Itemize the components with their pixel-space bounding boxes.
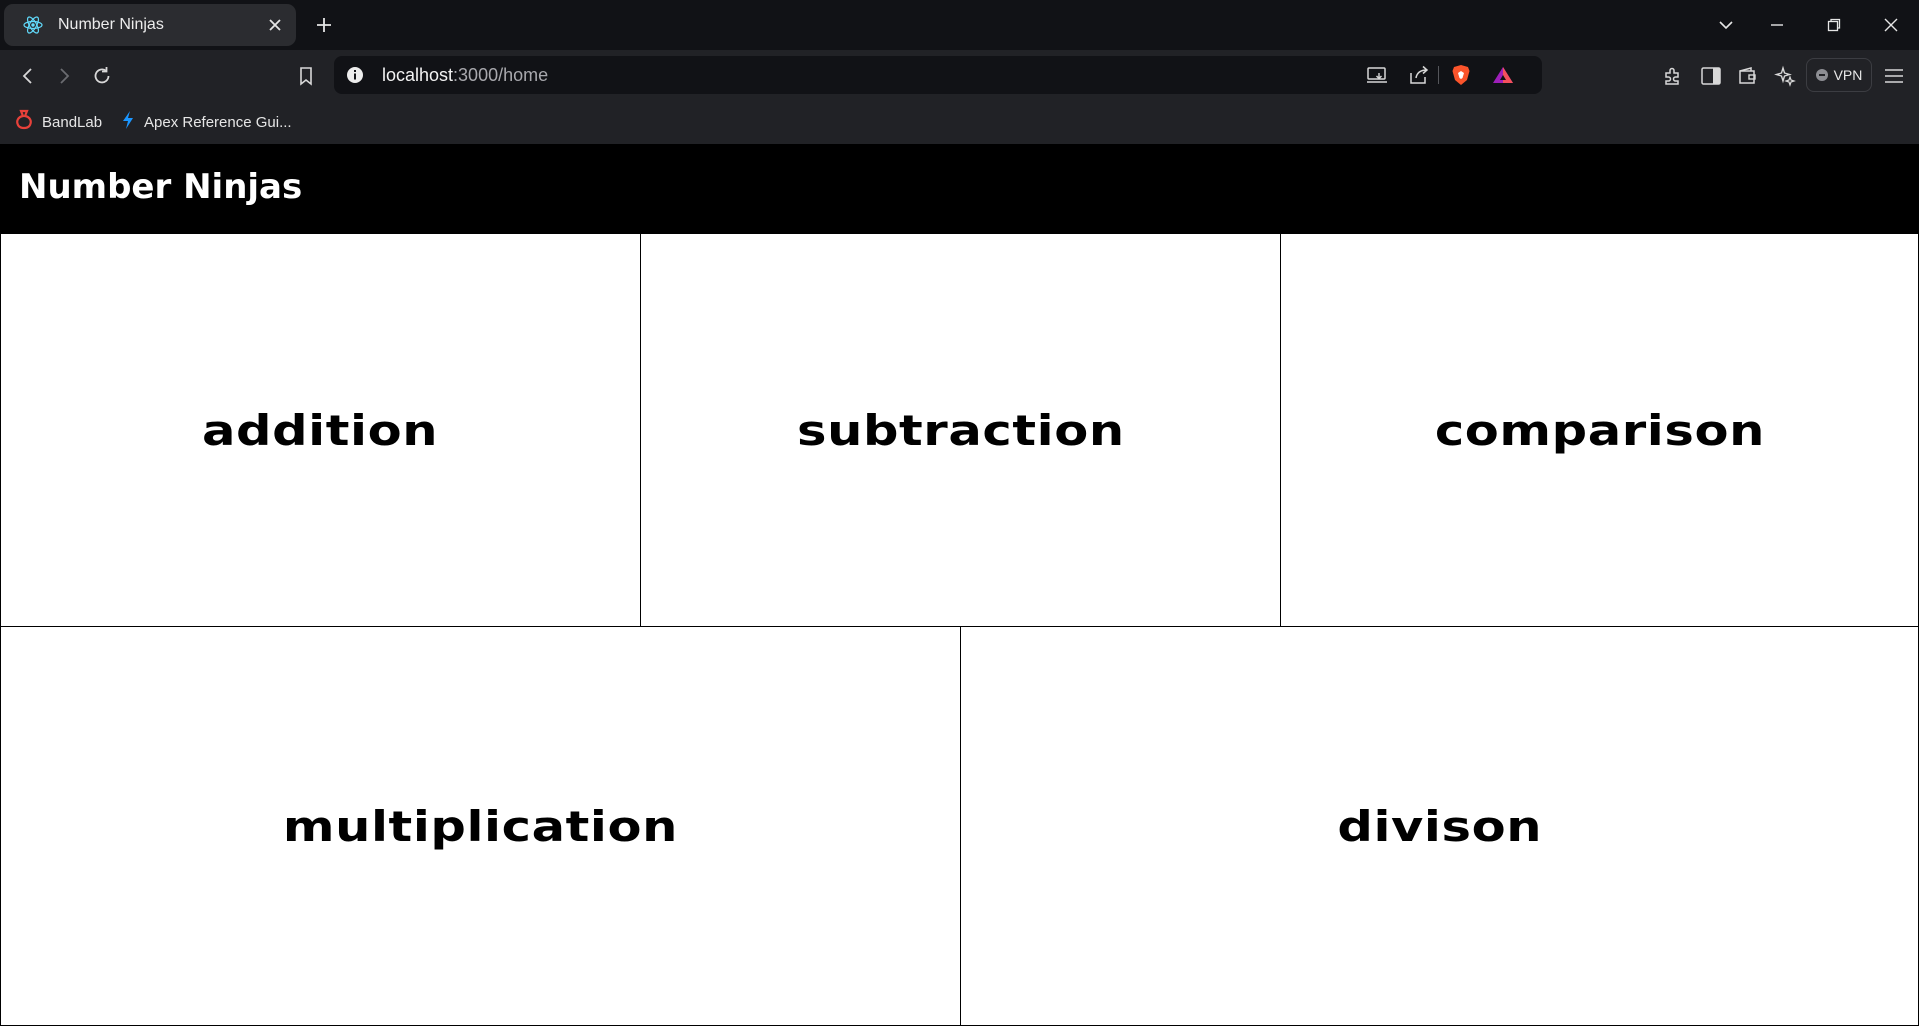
- bookmark-label: Apex Reference Gui...: [144, 113, 292, 131]
- bookmark-apex-reference[interactable]: Apex Reference Gui...: [120, 110, 292, 134]
- reload-icon[interactable]: [88, 62, 116, 90]
- back-icon[interactable]: [14, 62, 42, 90]
- tab-title: Number Ninjas: [58, 16, 164, 33]
- browser-tab-bar: Number Ninjas: [0, 0, 1919, 50]
- share-icon[interactable]: [1406, 63, 1432, 87]
- card-label: multiplication: [282, 801, 679, 851]
- card-label: divison: [1337, 801, 1542, 851]
- page-content: Number Ninjas addition subtraction compa…: [0, 144, 1919, 1026]
- react-icon: [22, 14, 44, 36]
- bandlab-icon: [14, 109, 34, 135]
- vpn-label: VPN: [1833, 67, 1863, 83]
- app-title: Number Ninjas: [19, 167, 303, 207]
- sidebar-toggle-icon[interactable]: [1697, 62, 1725, 90]
- bookmark-label: BandLab: [42, 113, 103, 131]
- leo-ai-icon[interactable]: [1771, 62, 1799, 90]
- card-label: comparison: [1434, 405, 1765, 455]
- card-label: addition: [202, 405, 439, 455]
- address-bar-separator: [1438, 66, 1439, 84]
- wallet-icon[interactable]: [1734, 62, 1762, 90]
- division-card[interactable]: divison: [960, 626, 1919, 1026]
- bookmark-bandlab[interactable]: BandLab: [14, 109, 103, 135]
- restore-icon[interactable]: [1820, 12, 1848, 38]
- bookmark-icon[interactable]: [292, 62, 320, 90]
- card-label: subtraction: [796, 405, 1125, 455]
- close-tab-icon[interactable]: [264, 14, 286, 36]
- url-text: localhost:3000/home: [382, 65, 548, 86]
- minimize-icon[interactable]: [1763, 12, 1791, 38]
- brave-shields-icon[interactable]: [1448, 63, 1474, 87]
- lightning-icon: [120, 110, 136, 134]
- vpn-button[interactable]: VPN: [1806, 58, 1872, 92]
- subtraction-card[interactable]: subtraction: [640, 233, 1281, 627]
- extensions-icon[interactable]: [1659, 62, 1687, 90]
- new-tab-button[interactable]: [312, 13, 336, 37]
- address-bar[interactable]: localhost:3000/home: [334, 56, 1542, 94]
- vpn-status-icon: [1815, 69, 1828, 81]
- browser-toolbar: localhost:3000/home VPN: [0, 50, 1919, 100]
- comparison-card[interactable]: comparison: [1280, 233, 1919, 627]
- brave-rewards-icon[interactable]: [1490, 63, 1516, 87]
- site-info-icon[interactable]: [344, 64, 366, 86]
- multiplication-card[interactable]: multiplication: [0, 626, 961, 1026]
- menu-icon[interactable]: [1880, 62, 1908, 90]
- url-host: localhost: [382, 65, 454, 85]
- app-header: Number Ninjas: [0, 144, 1919, 233]
- forward-icon[interactable]: [50, 62, 78, 90]
- bookmarks-bar: BandLab Apex Reference Gui...: [0, 100, 1919, 144]
- url-path: :3000/home: [453, 65, 549, 85]
- tab-search-chevron-icon[interactable]: [1712, 12, 1740, 38]
- close-window-icon[interactable]: [1877, 12, 1905, 38]
- addition-card[interactable]: addition: [0, 233, 641, 627]
- install-app-icon[interactable]: [1364, 63, 1390, 87]
- browser-tab[interactable]: Number Ninjas: [4, 4, 296, 46]
